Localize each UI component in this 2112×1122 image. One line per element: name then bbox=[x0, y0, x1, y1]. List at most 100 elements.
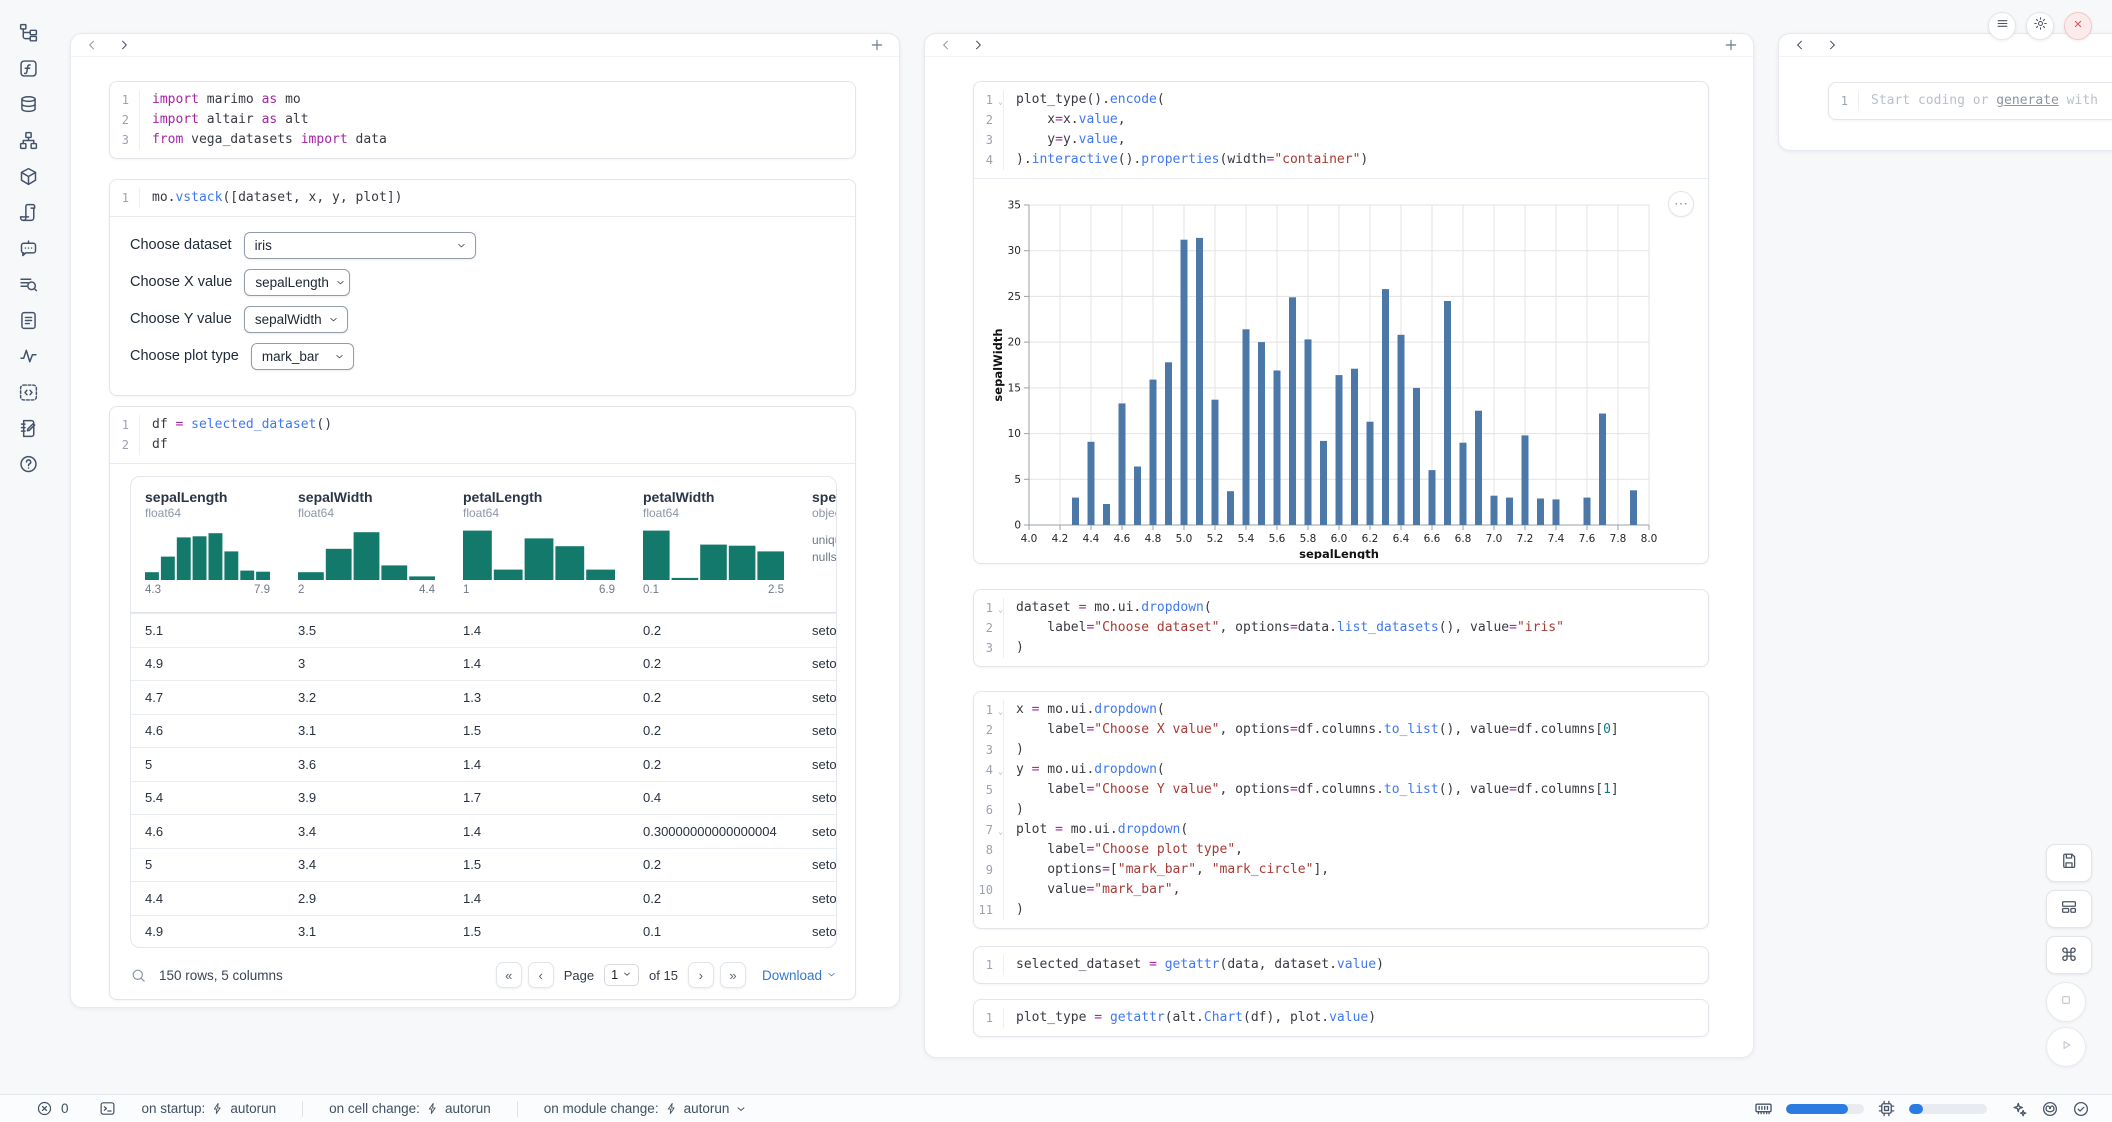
column-histogram bbox=[643, 528, 784, 580]
table-cell: 3 bbox=[284, 656, 449, 671]
pagination: « ‹ Page 1 of 15 › » bbox=[496, 962, 746, 988]
control-label: Choose X value bbox=[130, 274, 232, 290]
line-number: 6 bbox=[974, 800, 1004, 820]
command-palette-button[interactable]: ⌘ bbox=[2046, 936, 2092, 974]
close-panel-button[interactable] bbox=[2064, 12, 2092, 40]
column-header-sepalWidth[interactable]: sepalWidthfloat6424.4 bbox=[284, 477, 449, 612]
table-cell: 3.2 bbox=[284, 690, 449, 705]
run-button[interactable] bbox=[2046, 1027, 2086, 1067]
dropdown-choose-y-value[interactable]: sepalWidth bbox=[244, 306, 348, 333]
prev-page-button[interactable]: ‹ bbox=[528, 962, 554, 988]
generate-link[interactable]: generate bbox=[1996, 93, 2059, 108]
line-number: 3 bbox=[974, 638, 1004, 658]
activity-icon[interactable] bbox=[0, 338, 56, 374]
code-editor[interactable]: 1⌄plot_type().encode(2 x=x.value,3 y=y.v… bbox=[974, 82, 1708, 178]
download-button[interactable]: Download bbox=[762, 968, 837, 983]
add-cell-button[interactable] bbox=[869, 37, 885, 53]
search-list-icon[interactable] bbox=[0, 266, 56, 302]
error-indicator-icon[interactable] bbox=[36, 1100, 53, 1117]
chevron-right-icon[interactable] bbox=[1825, 38, 1839, 52]
chevron-right-icon[interactable] bbox=[117, 38, 131, 52]
code-editor[interactable]: 1import marimo as mo2import altair as al… bbox=[110, 82, 855, 158]
table-cell: 3.4 bbox=[284, 824, 449, 839]
first-page-button[interactable]: « bbox=[496, 962, 522, 988]
sitemap-icon[interactable] bbox=[0, 122, 56, 158]
code-line[interactable]: 1 Start coding or generate with bbox=[1829, 91, 2112, 111]
play-icon bbox=[2057, 1036, 2075, 1059]
fold-icon[interactable]: ⌄ bbox=[998, 822, 1003, 842]
code-editor[interactable]: 1df = selected_dataset()2df bbox=[110, 407, 855, 463]
dropdown-choose-plot-type[interactable]: mark_bar bbox=[251, 343, 354, 370]
code-line: 1selected_dataset = getattr(data, datase… bbox=[974, 955, 1708, 975]
svg-text:sepalWidth: sepalWidth bbox=[991, 328, 1005, 401]
line-number: 2 bbox=[974, 618, 1004, 638]
code-editor[interactable]: 1selected_dataset = getattr(data, datase… bbox=[974, 947, 1708, 983]
chevron-left-icon[interactable] bbox=[85, 38, 99, 52]
table-header: sepalLengthfloat644.37.9sepalWidthfloat6… bbox=[131, 477, 836, 613]
on-module-change-setting[interactable]: on module change: autorun bbox=[544, 1101, 748, 1116]
line-number: 4 bbox=[974, 150, 1004, 170]
cpu-meter bbox=[1909, 1104, 1987, 1114]
last-page-button[interactable]: » bbox=[720, 962, 746, 988]
dropdown-choose-x-value[interactable]: sepalLength bbox=[244, 269, 350, 296]
chevron-right-icon[interactable] bbox=[971, 38, 985, 52]
code-editor[interactable]: 1⌄x = mo.ui.dropdown(2 label="Choose X v… bbox=[974, 692, 1708, 928]
gear-icon bbox=[2033, 16, 2048, 36]
database-icon[interactable] bbox=[0, 86, 56, 122]
menu-button[interactable] bbox=[1988, 12, 2016, 40]
function-icon[interactable] bbox=[0, 50, 56, 86]
package-icon[interactable] bbox=[0, 158, 56, 194]
fold-icon[interactable]: ⌄ bbox=[998, 702, 1003, 722]
stop-button[interactable] bbox=[2046, 982, 2086, 1022]
ai-sparkles-icon[interactable] bbox=[2010, 1100, 2028, 1118]
settings-button[interactable] bbox=[2026, 12, 2054, 40]
terminal-icon[interactable] bbox=[99, 1100, 116, 1117]
table-cell: setos bbox=[798, 757, 837, 772]
notebook-icon[interactable] bbox=[0, 410, 56, 446]
add-cell-button[interactable] bbox=[1723, 37, 1739, 53]
control-row: Choose Y valuesepalWidth bbox=[130, 305, 855, 333]
file-tree-icon[interactable] bbox=[0, 14, 56, 50]
table-cell: 0.4 bbox=[629, 790, 798, 805]
column-header-petalLength[interactable]: petalLengthfloat6416.9 bbox=[449, 477, 629, 612]
line-number: 4⌄ bbox=[974, 760, 1004, 780]
column-header-petalWidth[interactable]: petalWidthfloat640.12.5 bbox=[629, 477, 798, 612]
code-line: 4).interactive().properties(width="conta… bbox=[974, 150, 1708, 170]
table-cell: 5 bbox=[131, 757, 284, 772]
line-number: 7⌄ bbox=[974, 820, 1004, 840]
fold-icon[interactable]: ⌄ bbox=[998, 762, 1003, 782]
document-icon[interactable] bbox=[0, 302, 56, 338]
table-cell: setos bbox=[798, 690, 837, 705]
code-editor[interactable]: 1⌄dataset = mo.ui.dropdown(2 label="Choo… bbox=[974, 590, 1708, 666]
save-button[interactable] bbox=[2046, 844, 2092, 882]
code-block-icon[interactable] bbox=[0, 374, 56, 410]
status-bar: 0 on startup: autorun on cell change: au… bbox=[0, 1094, 2112, 1122]
help-icon[interactable] bbox=[0, 446, 56, 482]
dropdown-choose-dataset[interactable]: iris bbox=[244, 232, 476, 259]
column-header-speci[interactable]: speciobjecuniqunulls: bbox=[798, 477, 836, 612]
code-editor[interactable]: 1plot_type = getattr(alt.Chart(df), plot… bbox=[974, 1000, 1708, 1036]
on-startup-setting[interactable]: on startup: autorun bbox=[142, 1101, 277, 1116]
line-number: 5 bbox=[974, 780, 1004, 800]
copilot-icon[interactable] bbox=[2041, 1100, 2059, 1118]
chat-bot-icon[interactable] bbox=[0, 230, 56, 266]
layout-button[interactable] bbox=[2046, 890, 2092, 928]
code-editor[interactable]: 1mo.vstack([dataset, x, y, plot]) bbox=[110, 180, 855, 216]
fold-icon[interactable]: ⌄ bbox=[998, 92, 1003, 112]
fold-icon[interactable]: ⌄ bbox=[998, 600, 1003, 620]
search-icon[interactable] bbox=[130, 967, 147, 984]
page-select[interactable]: 1 bbox=[604, 964, 639, 986]
bar-chart[interactable]: 4.04.24.44.64.85.05.25.45.65.86.06.26.46… bbox=[990, 181, 1694, 564]
on-cell-change-setting[interactable]: on cell change: autorun bbox=[329, 1101, 491, 1116]
histogram-range: 4.37.9 bbox=[145, 584, 270, 596]
script-icon[interactable] bbox=[0, 194, 56, 230]
chart-menu-button[interactable]: ⋯ bbox=[1668, 191, 1694, 217]
next-page-button[interactable]: › bbox=[688, 962, 714, 988]
histogram-range: 16.9 bbox=[463, 584, 615, 596]
column-header-sepalLength[interactable]: sepalLengthfloat644.37.9 bbox=[131, 477, 284, 612]
connected-check-icon[interactable] bbox=[2072, 1100, 2090, 1118]
chevron-left-icon[interactable] bbox=[939, 38, 953, 52]
cell-imports: 1import marimo as mo2import altair as al… bbox=[109, 81, 856, 159]
chevron-left-icon[interactable] bbox=[1793, 38, 1807, 52]
editor-placeholder[interactable]: Start coding or generate with bbox=[1859, 91, 2098, 111]
